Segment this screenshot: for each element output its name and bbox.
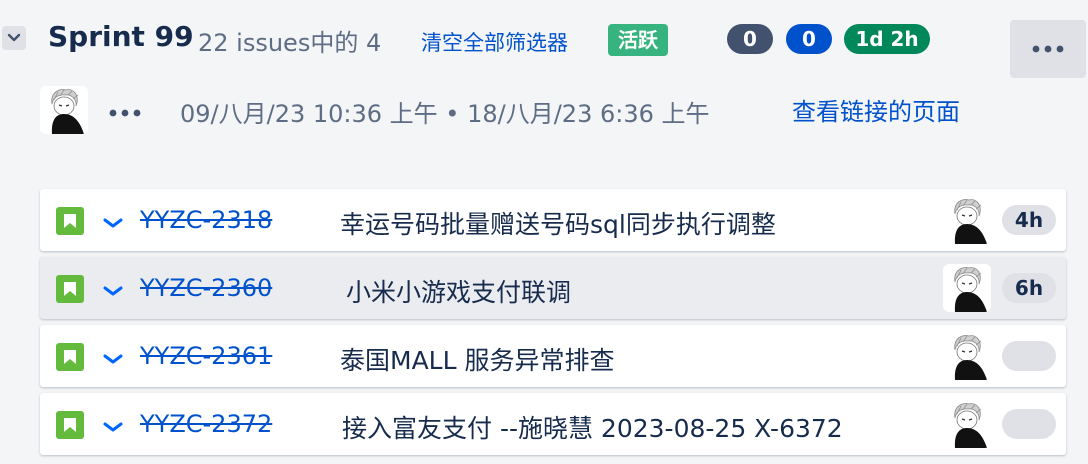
- issue-count: 22 issues中的 4: [198, 29, 382, 57]
- estimate-badge: [1002, 341, 1056, 371]
- sprint-header: Sprint 99 22 issues中的 4 清空全部筛选器 活跃 0 0 1…: [0, 0, 1088, 80]
- view-linked-pages-link[interactable]: 查看链接的页面: [792, 92, 960, 127]
- priority-low-icon: [102, 282, 124, 301]
- priority-low-icon: [102, 418, 124, 437]
- in-progress-count-badge: 0: [786, 24, 832, 54]
- issue-row[interactable]: YYZC-2361 泰国MALL 服务异常排查: [40, 325, 1066, 387]
- user-avatar-icon: [954, 335, 987, 380]
- sprint-meta-row: 09/八月/23 10:36 上午 • 18/八月/23 6:36 上午 查看链…: [0, 84, 1088, 136]
- story-icon: [56, 275, 84, 303]
- priority-low-icon: [102, 214, 124, 233]
- time-remaining-badge: 1d 2h: [844, 24, 930, 54]
- chevron-down-icon: [7, 33, 21, 42]
- issue-key-link[interactable]: YYZC-2360: [140, 274, 272, 302]
- issue-row[interactable]: YYZC-2372 接入富友支付 --施晓慧 2023-08-25 X-6372: [40, 393, 1066, 455]
- more-dots-icon: [1032, 45, 1064, 53]
- assignee-avatar[interactable]: [943, 264, 991, 312]
- issue-key-link[interactable]: YYZC-2372: [140, 410, 272, 438]
- estimate-badge: 4h: [1002, 205, 1056, 235]
- user-avatar-icon: [51, 89, 84, 134]
- sprint-meta-more-button[interactable]: [108, 102, 142, 121]
- estimate-badge: 6h: [1002, 273, 1056, 303]
- clear-filters-link[interactable]: 清空全部筛选器: [421, 27, 568, 57]
- story-icon: [56, 343, 84, 371]
- issue-key-link[interactable]: YYZC-2361: [140, 342, 272, 370]
- user-avatar-icon: [954, 403, 987, 448]
- issue-key-link[interactable]: YYZC-2318: [140, 206, 272, 234]
- issue-summary: 接入富友支付 --施晓慧 2023-08-25 X-6372: [342, 414, 843, 443]
- user-avatar-icon: [954, 267, 987, 312]
- collapse-sprint-button[interactable]: [2, 26, 26, 50]
- sprint-dates: 09/八月/23 10:36 上午 • 18/八月/23 6:36 上午: [180, 100, 710, 128]
- issue-list: YYZC-2318 幸运号码批量赠送号码sql同步执行调整 4h YYZC-23…: [40, 189, 1066, 461]
- todo-count-badge: 0: [727, 24, 773, 54]
- avatar[interactable]: [40, 86, 88, 134]
- issue-row[interactable]: YYZC-2318 幸运号码批量赠送号码sql同步执行调整 4h: [40, 189, 1066, 251]
- issue-summary: 小米小游戏支付联调: [346, 278, 572, 307]
- assignee-avatar[interactable]: [943, 196, 991, 244]
- story-icon: [56, 411, 84, 439]
- issue-summary: 幸运号码批量赠送号码sql同步执行调整: [340, 210, 776, 239]
- assignee-avatar[interactable]: [943, 332, 991, 380]
- user-avatar-icon: [954, 199, 987, 244]
- assignee-avatar[interactable]: [943, 400, 991, 448]
- estimate-badge: [1002, 409, 1056, 439]
- priority-low-icon: [102, 350, 124, 369]
- sprint-actions-button[interactable]: [1010, 20, 1086, 78]
- sprint-status-badge: 活跃: [608, 24, 668, 56]
- story-icon: [56, 207, 84, 235]
- more-dots-icon: [109, 109, 141, 117]
- issue-row[interactable]: YYZC-2360 小米小游戏支付联调 6h: [40, 257, 1066, 319]
- issue-summary: 泰国MALL 服务异常排查: [340, 346, 615, 375]
- sprint-name: Sprint 99: [48, 20, 194, 53]
